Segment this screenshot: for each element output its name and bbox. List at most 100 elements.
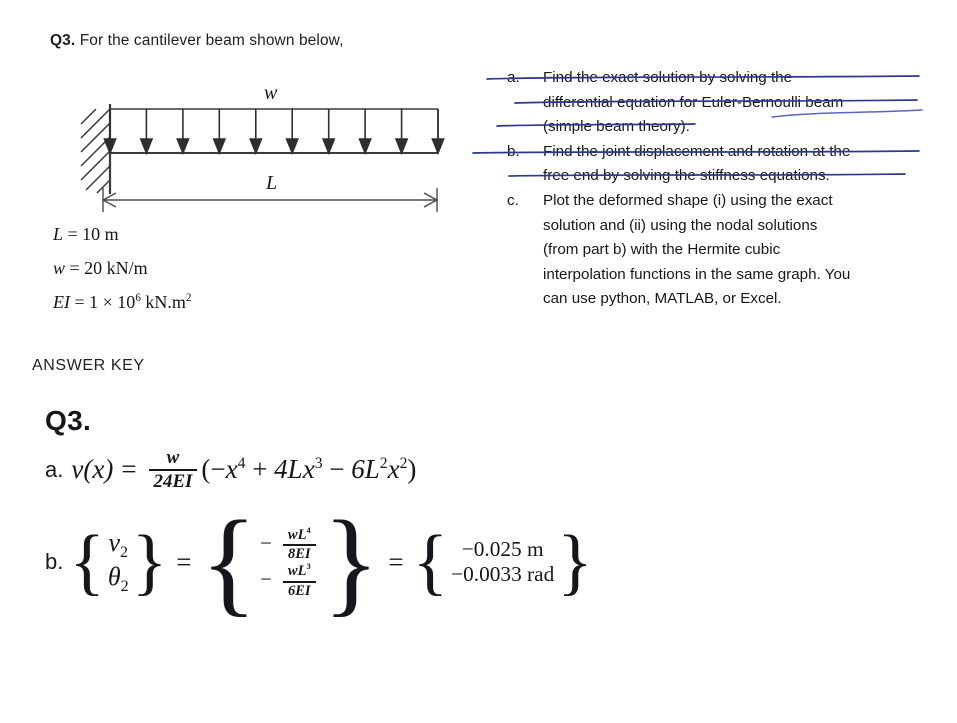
term3-coefficient-exponent: 2 [379, 455, 388, 473]
question-header-text: For the cantilever beam shown below, [79, 32, 344, 49]
part-line: Find the joint displacement and rotation… [543, 142, 851, 160]
answer-heading: Q3. [45, 405, 92, 436]
symbolic-fraction: wL4 8EI [282, 526, 316, 563]
numerator-text: wL [287, 563, 307, 580]
answer-b-equals-2: = [388, 546, 404, 577]
fraction-denominator: 6EI [287, 582, 311, 599]
part-marker-b: b. [507, 142, 520, 160]
term2-coefficient: 4L [274, 454, 303, 485]
parameter-row: L = 10 m [53, 225, 191, 259]
answer-a-expression: (−x4 + 4Lx3 − 6L2x2) [201, 454, 416, 485]
numeric-entry-displacement: −0.025 m [461, 537, 544, 562]
part-line: free end by solving the stiffness equati… [543, 167, 830, 185]
fraction-numerator: wL3 [283, 562, 316, 579]
answer-equation-b: b. { v2 θ2 } = { − wL4 8EI − wL3 6EI} =… [45, 496, 593, 627]
term3-sign: − [329, 454, 345, 485]
vector-entry-v2: v2 [106, 528, 132, 562]
answer-key-label: ANSWER KEY [32, 357, 145, 374]
vector-right-brace: } [131, 520, 168, 603]
vector-subscript: 2 [120, 578, 129, 596]
question-part-b: b. Find the joint displacement and rotat… [472, 140, 923, 189]
answer-equation-a: a. v(x) = w 24EI (−x4 + 4Lx3 − 6L2x2) [45, 448, 416, 492]
symbolic-entry-theta2: − wL3 6EI [257, 562, 323, 598]
term1-base: x [225, 454, 238, 485]
answer-a-tag: a. [45, 456, 64, 482]
document-page: Q3. For the cantilever beam shown below,… [0, 0, 957, 723]
vector-symbol: v [108, 528, 121, 558]
vector-symbol: θ [107, 562, 121, 592]
parameter-row: w = 20 kN/m [53, 259, 191, 293]
parameter-list: L = 10 m w = 20 kN/m EI = 1 × 106 kN.m2 [53, 225, 191, 327]
parameter-unit: kN.m [145, 292, 186, 312]
answer-b-tag: b. [45, 549, 64, 575]
parameter-unit-exponent: 2 [185, 292, 192, 304]
fraction-numerator: wL4 [283, 526, 316, 543]
parameter-relation: = [69, 258, 80, 278]
question-part-c: c. Plot the deformed shape (i) using the… [505, 189, 923, 312]
question-header: Q3. For the cantilever beam shown below, [50, 32, 344, 50]
part-line: can use python, MATLAB, or Excel. [543, 290, 782, 308]
part-line: (from part b) with the Hermite cubic [543, 241, 781, 259]
part-marker-a: a. [507, 69, 520, 86]
term3-base: x [387, 454, 400, 485]
numerator-exponent: 3 [306, 561, 311, 572]
parameter-unit: m [104, 224, 119, 244]
parameter-relation: = [67, 224, 78, 244]
numeric-result-vector: −0.025 m −0.0033 rad [448, 537, 557, 587]
answer-b-equals-1: = [176, 546, 192, 577]
parameter-unit: kN/m [106, 258, 148, 278]
beam-diagram: w L [70, 80, 470, 220]
parameter-row: EI = 1 × 106 kN.m2 [53, 292, 192, 327]
fraction-denominator: 24EI [153, 470, 193, 492]
distributed-load-arrows [103, 109, 445, 156]
parameter-exponent: 6 [135, 292, 141, 304]
numeric-left-brace: { [412, 520, 449, 603]
numeric-entry-rotation: −0.0033 rad [451, 562, 555, 587]
question-parts-list: a. Find the exact solution by solving th… [472, 66, 923, 312]
term2-base: x [302, 454, 315, 485]
term1-exponent: 4 [237, 455, 246, 473]
distributed-load-label: w [264, 82, 278, 104]
parameter-symbol: EI [53, 292, 70, 312]
numerator-exponent: 4 [306, 525, 311, 536]
span-length-label: L [266, 172, 278, 194]
parameter-symbol: w [53, 258, 66, 278]
displacement-vector: v2 θ2 [105, 528, 132, 596]
part-text-b: Find the joint displacement and rotation… [543, 140, 923, 189]
answer-a-fraction: w 24EI [148, 447, 198, 492]
term1-sign: − [210, 454, 226, 485]
part-line: solution and (ii) using the nodal soluti… [543, 216, 818, 234]
part-marker-c: c. [507, 191, 519, 209]
vector-left-brace: { [69, 520, 105, 603]
term2-exponent: 3 [314, 455, 323, 473]
part-text-c: Plot the deformed shape (i) using the ex… [543, 189, 923, 312]
fixed-support-hatch [80, 108, 111, 194]
parameter-relation: = [74, 292, 85, 312]
symbolic-left-brace: { [200, 496, 258, 627]
symbolic-right-brace: } [322, 496, 380, 627]
fraction-numerator: w [166, 447, 180, 468]
fraction-denominator: 8EI [287, 546, 311, 563]
term3-coefficient: 6L [351, 454, 380, 485]
parameter-value: 10 [82, 224, 101, 244]
part-line: interpolation functions in the same grap… [543, 265, 851, 283]
vector-entry-theta2: θ2 [105, 562, 132, 596]
close-paren: ) [407, 454, 417, 485]
part-line: (simple beam theory). [543, 118, 690, 136]
term2-sign: + [252, 454, 268, 485]
symbolic-sign: − [260, 531, 272, 555]
parameter-symbol: L [53, 224, 64, 244]
symbolic-sign: − [260, 568, 272, 592]
question-number: Q3. [50, 32, 76, 49]
answer-a-equals: = [121, 454, 137, 485]
numeric-right-brace: } [557, 520, 593, 603]
answer-a-lhs: v(x) [71, 454, 114, 485]
part-text-a: Find the exact solution by solving the d… [543, 66, 923, 140]
parameter-value: 1 × 10 [89, 292, 136, 312]
underline-annotation [771, 109, 923, 118]
parameter-value: 20 [84, 258, 103, 278]
part-line: Find the exact solution by solving the [543, 69, 793, 86]
symbolic-result-vector: − wL4 8EI − wL3 6EI [257, 526, 323, 599]
vector-subscript: 2 [120, 544, 129, 562]
numerator-text: wL [287, 526, 307, 543]
